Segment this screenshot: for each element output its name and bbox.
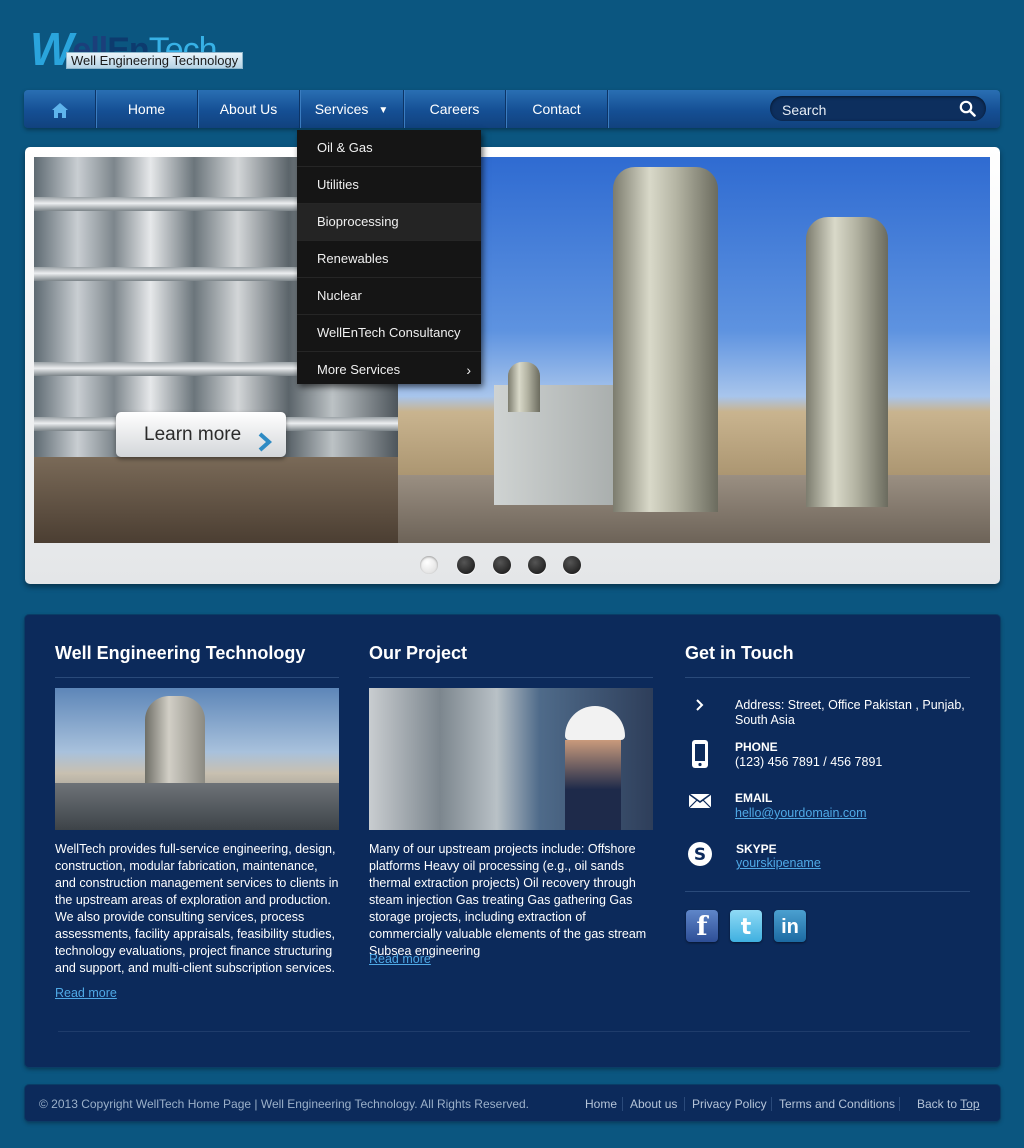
project-description: Many of our upstream projects include: O… [369,842,647,958]
footer-link-terms[interactable]: Terms and Conditions [779,1085,895,1123]
dropdown-item-oil-gas[interactable]: Oil & Gas [297,130,481,167]
footer-separator [899,1097,900,1111]
tank-graphic [806,217,888,507]
tank-graphic [613,167,718,512]
nav-item-about-us[interactable]: About Us [198,90,300,128]
linkedin-icon[interactable]: in [774,910,806,942]
svg-text:t: t [741,915,752,940]
slider-dot-3[interactable] [493,556,511,574]
phone-label: PHONE [735,740,778,754]
back-to-top-link[interactable]: Top [960,1097,979,1111]
about-image [55,688,339,830]
email-link[interactable]: hello@yourdomain.com [735,806,867,820]
nav-item-services[interactable]: Services ▼ [300,90,404,128]
slider-dot-1[interactable] [420,556,438,574]
skype-label: SKYPE [736,842,777,856]
nav-home-icon-button[interactable] [24,90,96,128]
divider [685,891,970,892]
divider [685,677,970,678]
divider [58,1031,970,1032]
tank-graphic [145,696,205,796]
contact-section-title: Get in Touch [685,643,794,663]
phone-number: (123) 456 7891 / 456 7891 [735,755,883,769]
home-icon [51,95,69,133]
footer-link-privacy-policy[interactable]: Privacy Policy [692,1085,767,1123]
footer-separator [684,1097,685,1111]
copyright-text: © 2013 Copyright WellTech Home Page | We… [39,1097,529,1111]
hardhat-graphic [565,706,625,740]
footer-separator [771,1097,772,1111]
skype-icon: S [685,841,715,872]
tank-graphic [508,362,540,412]
about-description: WellTech provides full-service engineeri… [55,842,339,975]
about-section-title: Well Engineering Technology [55,643,306,663]
search-input[interactable] [780,98,954,121]
chevron-down-icon: ▼ [378,105,389,116]
project-section-title: Our Project [369,643,468,663]
slider-dot-4[interactable] [528,556,546,574]
about-read-more-link[interactable]: Read more [55,986,117,1000]
slider-dot-2[interactable] [457,556,475,574]
dropdown-item-more-services[interactable]: More Services › [297,352,481,388]
chevron-right-icon: › [466,362,471,378]
divider [369,677,653,678]
facebook-icon[interactable]: f [686,910,718,942]
svg-text:S: S [694,845,706,865]
dropdown-item-utilities[interactable]: Utilities [297,167,481,204]
learn-more-button[interactable]: Learn more [116,412,286,457]
email-icon [685,793,715,814]
skype-link[interactable]: yourskipename [736,856,821,870]
footer-link-about-us[interactable]: About us [630,1085,677,1123]
floor-graphic [34,457,398,543]
back-to-top: Back to Top [917,1085,980,1123]
phone-icon [685,739,715,774]
services-dropdown-menu: Oil & Gas Utilities Bioprocessing Renewa… [297,130,481,384]
search-box [770,96,986,121]
nav-item-contact[interactable]: Contact [506,90,608,128]
chevron-right-icon [685,698,715,717]
site-footer: © 2013 Copyright WellTech Home Page | We… [25,1085,1000,1121]
divider [55,677,339,678]
search-icon[interactable] [959,100,976,122]
nav-item-careers[interactable]: Careers [404,90,506,128]
footer-separator [622,1097,623,1111]
worker-graphic [565,740,621,830]
main-navigation: Home About Us Services ▼ Careers Contact [24,90,1000,128]
footer-link-home[interactable]: Home [585,1085,617,1123]
project-image [369,688,653,830]
project-read-more-link[interactable]: Read more [369,952,431,966]
email-label: EMAIL [735,791,773,805]
dropdown-item-renewables[interactable]: Renewables [297,241,481,278]
contact-address: Address: Street, Office Pakistan , Punja… [735,698,965,727]
back-to-label: Back to [917,1097,958,1111]
nav-item-home[interactable]: Home [96,90,198,128]
dropdown-item-consultancy[interactable]: WellEnTech Consultancy [297,315,481,352]
twitter-icon[interactable]: t [730,910,762,942]
pipes-graphic [55,783,339,830]
slide-image-tanks [398,157,990,543]
chevron-right-icon [230,424,273,469]
logo-tagline: Well Engineering Technology [66,52,244,69]
dropdown-item-bioprocessing[interactable]: Bioprocessing [297,204,481,241]
slider-dot-5[interactable] [563,556,581,574]
dropdown-item-nuclear[interactable]: Nuclear [297,278,481,315]
site-logo[interactable]: WellEnTech Well Engineering Technology [30,20,250,75]
